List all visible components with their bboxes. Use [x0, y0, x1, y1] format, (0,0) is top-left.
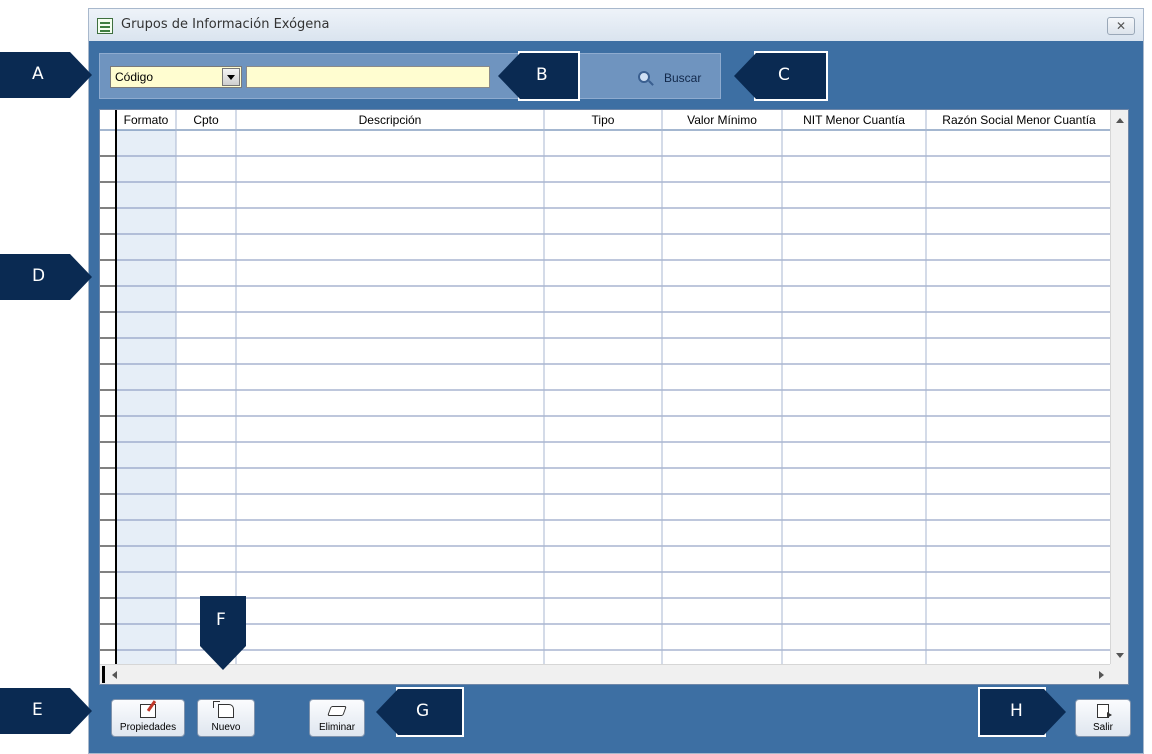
search-input[interactable]	[246, 66, 490, 88]
document-icon	[97, 18, 113, 34]
search-bar: Código Buscar	[99, 53, 721, 99]
properties-button[interactable]: Propiedades	[111, 699, 185, 737]
column-header[interactable]: Razón Social Menor Cuantía	[926, 113, 1112, 127]
scroll-position-marker	[102, 666, 105, 683]
scroll-up-icon[interactable]	[1116, 118, 1124, 123]
column-header[interactable]: Tipo	[544, 113, 662, 127]
title-bar: Grupos de Información Exógena ✕	[89, 9, 1143, 41]
scroll-down-icon[interactable]	[1116, 653, 1124, 658]
column-header[interactable]: Valor Mínimo	[662, 113, 782, 127]
eraser-icon	[327, 706, 347, 716]
callout-d: D	[0, 254, 92, 300]
exit-button[interactable]: Salir	[1075, 699, 1131, 737]
callout-a-label: A	[32, 64, 44, 84]
callout-f-label: F	[216, 610, 226, 630]
scrollbar-corner	[1110, 664, 1128, 684]
callout-b: B	[498, 53, 578, 99]
search-field-select[interactable]: Código	[110, 66, 242, 88]
edit-icon	[140, 704, 156, 718]
callout-h-label: H	[1010, 701, 1023, 721]
scroll-left-icon[interactable]	[112, 671, 117, 679]
frozen-column-shade	[116, 130, 176, 666]
callout-g: G	[376, 689, 462, 735]
scroll-right-icon[interactable]	[1099, 671, 1104, 679]
app-window: Grupos de Información Exógena ✕ Código B…	[88, 8, 1144, 754]
delete-button[interactable]: Eliminar	[309, 699, 365, 737]
callout-f: F	[200, 596, 246, 670]
search-field-value: Código	[115, 70, 154, 84]
callout-e: E	[0, 688, 92, 734]
column-header[interactable]: NIT Menor Cuantía	[782, 113, 926, 127]
search-button-label: Buscar	[664, 71, 702, 85]
exit-door-icon	[1097, 704, 1112, 718]
search-button[interactable]: Buscar	[620, 66, 716, 90]
data-grid[interactable]: Formato Cpto Descripción Tipo Valor Mínimo NI…	[99, 109, 1129, 685]
exit-button-label: Salir	[1092, 722, 1113, 733]
new-button[interactable]: Nuevo	[197, 699, 255, 737]
callout-c: C	[734, 53, 826, 99]
callout-c-label: C	[778, 65, 790, 85]
column-header[interactable]: Descripción	[236, 113, 544, 127]
callout-b-label: B	[536, 65, 548, 85]
magnifier-icon	[638, 71, 650, 83]
callout-h: H	[980, 689, 1066, 735]
screenshot-stage: Grupos de Información Exógena ✕ Código B…	[0, 0, 1152, 754]
column-header[interactable]: Formato	[116, 113, 176, 127]
window-title: Grupos de Información Exógena	[121, 17, 330, 32]
column-header[interactable]: Cpto	[176, 113, 236, 127]
close-button[interactable]: ✕	[1107, 17, 1135, 35]
properties-button-label: Propiedades	[119, 722, 177, 733]
callout-a: A	[0, 52, 92, 98]
delete-button-label: Eliminar	[318, 722, 356, 733]
grid-lines	[100, 110, 1112, 666]
chevron-down-icon[interactable]	[222, 68, 240, 86]
new-document-icon	[213, 701, 234, 718]
window-body: Código Buscar Formato Cpto Descripción Tipo…	[89, 41, 1143, 753]
horizontal-scrollbar[interactable]	[100, 664, 1112, 684]
vertical-scrollbar[interactable]	[1110, 110, 1128, 666]
callout-e-label: E	[32, 700, 43, 720]
new-button-label: Nuevo	[211, 722, 241, 733]
callout-g-label: G	[416, 701, 430, 721]
callout-d-label: D	[32, 266, 46, 286]
